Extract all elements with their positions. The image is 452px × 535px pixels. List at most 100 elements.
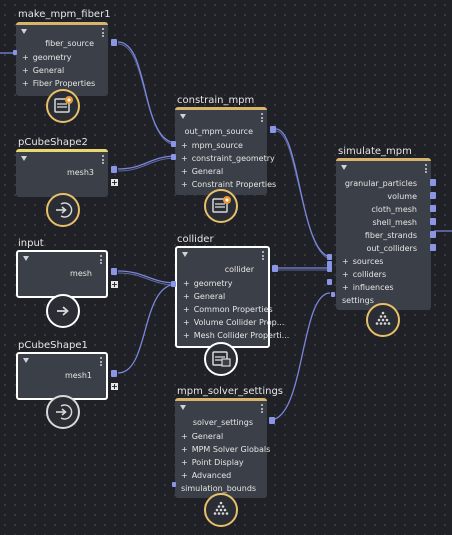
node-title-make-mpm-fiber1[interactable]: make_mpm_fiber1 (18, 9, 111, 21)
port-settings-in[interactable] (331, 292, 335, 297)
input-mpm-solver-globals[interactable]: + MPM Solver Globals (181, 445, 270, 455)
port-out-colliders[interactable] (430, 244, 436, 251)
kebab-menu-icon[interactable] (102, 28, 104, 39)
arrow-in-icon (46, 294, 80, 328)
node-title-collider[interactable]: collider (177, 234, 214, 246)
port-sources-in[interactable] (327, 254, 332, 260)
port-colliders-in[interactable] (327, 266, 332, 272)
input-advanced[interactable]: + Advanced (181, 471, 231, 481)
input-geometry[interactable]: + geometry (183, 279, 232, 289)
kebab-menu-icon[interactable] (425, 164, 427, 175)
collapse-toggle[interactable] (21, 29, 27, 34)
collapse-toggle[interactable] (182, 252, 188, 257)
port-fiber-strands[interactable] (430, 231, 436, 238)
output-label-cloth-mesh: cloth_mesh (371, 205, 417, 214)
port-geometry-in[interactable] (13, 50, 17, 55)
kebab-menu-icon[interactable] (100, 255, 102, 266)
input-general[interactable]: + General (22, 66, 64, 76)
add-port-button[interactable]: + (111, 179, 118, 187)
arrow-in-icon (46, 193, 80, 227)
wire-fiber-to-constrain (117, 41, 178, 144)
input-influences[interactable]: + influences (342, 283, 394, 293)
port-shell-mesh[interactable] (430, 218, 436, 225)
compound-icon (204, 342, 238, 376)
input-colliders[interactable]: + colliders (342, 270, 386, 280)
input-point-display[interactable]: + Point Display (181, 458, 244, 468)
add-port-button[interactable]: + (111, 281, 118, 289)
collapse-toggle[interactable] (21, 156, 27, 161)
input-geometry[interactable]: + geometry (22, 53, 71, 63)
collapse-toggle[interactable] (23, 256, 29, 261)
input-constraint-properties[interactable]: + Constraint Properties (181, 180, 276, 190)
input-fiber-properties[interactable]: + Fiber Properties (22, 79, 95, 89)
input-general[interactable]: + General (181, 432, 223, 442)
port-mesh1[interactable] (111, 370, 117, 377)
port-constraint-geometry-in[interactable] (171, 154, 176, 160)
port-volume[interactable] (430, 192, 436, 199)
input-common-properties[interactable]: + Common Properties (183, 305, 273, 315)
input-mpm-source[interactable]: + mpm_source (181, 141, 243, 151)
port-influences-in[interactable] (327, 279, 332, 285)
wire-mesh3-to-constrain (117, 155, 178, 170)
node-title-simulate-mpm[interactable]: simulate_mpm (338, 146, 412, 158)
port-mesh3[interactable] (111, 166, 117, 173)
kebab-menu-icon[interactable] (261, 113, 263, 124)
port-mesh[interactable] (111, 268, 117, 275)
node-title-pcubeshape1[interactable]: pCubeShape1 (18, 340, 88, 352)
output-label-solver-settings: solver_settings (192, 418, 253, 427)
node-collider[interactable]: collider + geometry + General + Common Prop… (175, 246, 289, 348)
output-label-shell-mesh: shell_mesh (372, 218, 417, 227)
port-geometry-in[interactable] (171, 281, 176, 287)
port-mpm-source-in[interactable] (171, 141, 176, 147)
output-label-mesh3: mesh3 (66, 168, 94, 177)
wire-mesh1-to-collider (117, 283, 178, 374)
output-label-fiber-strands: fiber_strands (364, 231, 417, 240)
output-label-mesh1: mesh1 (64, 371, 92, 380)
input-general[interactable]: + General (183, 292, 225, 302)
particles-icon (366, 303, 400, 337)
kebab-menu-icon[interactable] (262, 251, 264, 262)
node-simulate-mpm[interactable]: granular_particles volume cloth_mesh she… (336, 158, 431, 310)
node-title-constrain-mpm[interactable]: constrain_mpm (177, 95, 254, 107)
input-volume-collider-properties[interactable]: + Volume Collider Prop... (183, 318, 284, 328)
kebab-menu-icon[interactable] (261, 404, 263, 415)
output-label-out-mpm-source: out_mpm_source (184, 127, 253, 136)
compound-icon (46, 89, 80, 123)
node-constrain-mpm[interactable]: out_mpm_source + mpm_source + constraint_g… (175, 107, 276, 195)
wire-mesh-to-collider (117, 270, 178, 284)
kebab-menu-icon[interactable] (102, 155, 104, 166)
output-label-granular-particles: granular_particles (344, 179, 417, 188)
node-title-mpm-solver-settings[interactable]: mpm_solver_settings (177, 386, 283, 398)
node-title-pcubeshape2[interactable]: pCubeShape2 (18, 137, 88, 149)
port-simulation-bounds-in[interactable] (172, 482, 176, 487)
wire-constrain-to-simulate (275, 128, 333, 258)
kebab-menu-icon[interactable] (100, 357, 102, 368)
port-out-mpm-source[interactable] (270, 126, 276, 133)
port-fiber-source[interactable] (111, 39, 117, 46)
collapse-toggle[interactable] (180, 114, 186, 119)
output-label-collider: collider (224, 265, 254, 274)
collapse-toggle[interactable] (180, 405, 186, 410)
output-label-out-colliders: out_colliders (366, 244, 417, 253)
node-pcubeshape1[interactable]: mesh1 (16, 352, 108, 400)
input-constraint-geometry[interactable]: + constraint_geometry (181, 154, 275, 164)
input-sources[interactable]: + sources (342, 257, 383, 267)
collapse-toggle[interactable] (341, 165, 347, 170)
port-granular-particles[interactable] (430, 179, 436, 186)
node-input[interactable]: mesh (16, 250, 108, 298)
node-title-input[interactable]: input (18, 238, 44, 250)
node-make-mpm-fiber1[interactable]: fiber_source + geometry + General + Fiber P… (16, 22, 108, 96)
output-label-fiber-source: fiber_source (45, 39, 94, 48)
collapse-toggle[interactable] (23, 358, 29, 363)
output-label-volume: volume (387, 192, 417, 201)
port-solver-settings[interactable] (269, 417, 275, 424)
port-collider-out[interactable] (272, 265, 278, 272)
port-cloth-mesh[interactable] (430, 205, 436, 212)
input-mesh-collider-properties[interactable]: + Mesh Collider Properti... (183, 331, 289, 341)
input-general[interactable]: + General (181, 167, 223, 177)
node-pcubeshape2[interactable]: mesh3 (16, 149, 108, 197)
node-mpm-solver-settings[interactable]: solver_settings + General + MPM Solver Glo… (175, 398, 270, 498)
particles-icon (204, 493, 238, 527)
wire-solver-to-simulate (269, 292, 331, 421)
add-port-button[interactable]: + (111, 383, 118, 391)
